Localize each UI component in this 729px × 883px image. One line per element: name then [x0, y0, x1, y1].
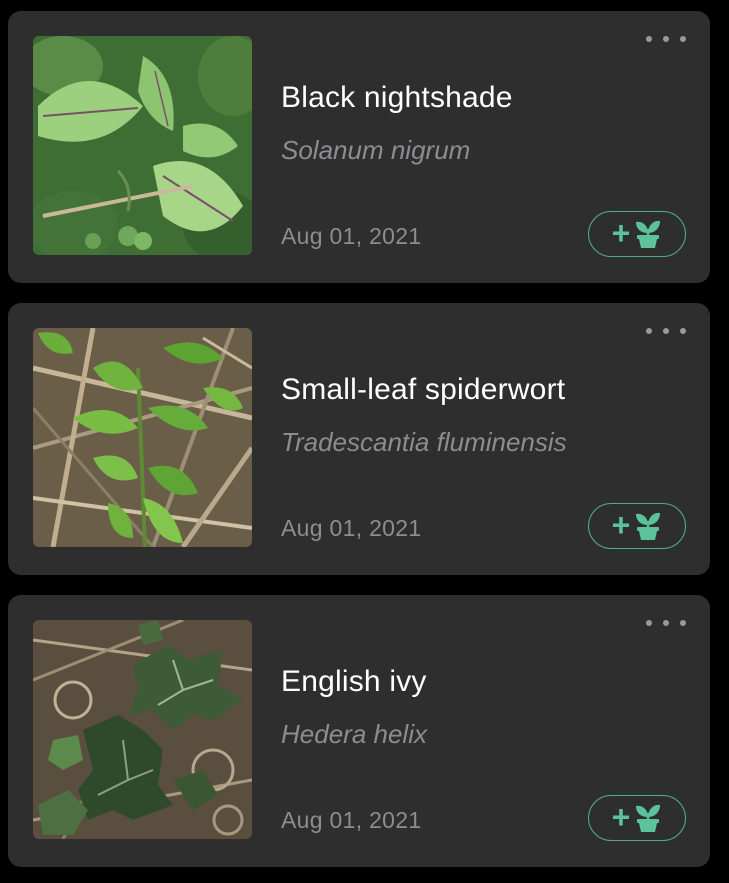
identified-date: Aug 01, 2021 — [281, 515, 422, 541]
plus-icon: + — [611, 214, 631, 251]
plant-common-name: Small-leaf spiderwort — [281, 373, 566, 406]
plant-photo[interactable] — [33, 36, 252, 255]
plant-history-list: Black nightshade Solanum nigrum Aug 01, … — [0, 0, 729, 883]
add-to-garden-button[interactable]: + — [588, 211, 686, 257]
identified-date: Aug 01, 2021 — [281, 807, 422, 833]
add-to-garden-button[interactable]: + — [588, 503, 686, 549]
more-options-button[interactable] — [646, 31, 686, 47]
potted-plant-icon — [636, 512, 661, 540]
more-options-button[interactable] — [646, 323, 686, 339]
more-horizontal-icon — [646, 36, 652, 42]
plant-common-name: English ivy — [281, 665, 427, 698]
plant-photo[interactable] — [33, 328, 252, 547]
potted-plant-icon — [636, 804, 661, 832]
plant-scientific-name: Tradescantia fluminensis — [281, 427, 567, 457]
plant-common-name: Black nightshade — [281, 81, 513, 114]
more-options-button[interactable] — [646, 615, 686, 631]
identified-date: Aug 01, 2021 — [281, 223, 422, 249]
plus-icon: + — [611, 506, 631, 543]
plant-scientific-name: Solanum nigrum — [281, 135, 471, 165]
add-to-garden-button[interactable]: + — [588, 795, 686, 841]
more-horizontal-icon — [646, 620, 652, 626]
potted-plant-icon — [636, 220, 661, 248]
more-horizontal-icon — [646, 328, 652, 334]
plant-scientific-name: Hedera helix — [281, 719, 427, 749]
plus-icon: + — [611, 798, 631, 835]
plant-card[interactable]: Black nightshade Solanum nigrum Aug 01, … — [8, 11, 710, 283]
plant-card[interactable]: Small-leaf spiderwort Tradescantia flumi… — [8, 303, 710, 575]
plant-photo[interactable] — [33, 620, 252, 839]
plant-card[interactable]: English ivy Hedera helix Aug 01, 2021 + — [8, 595, 710, 867]
